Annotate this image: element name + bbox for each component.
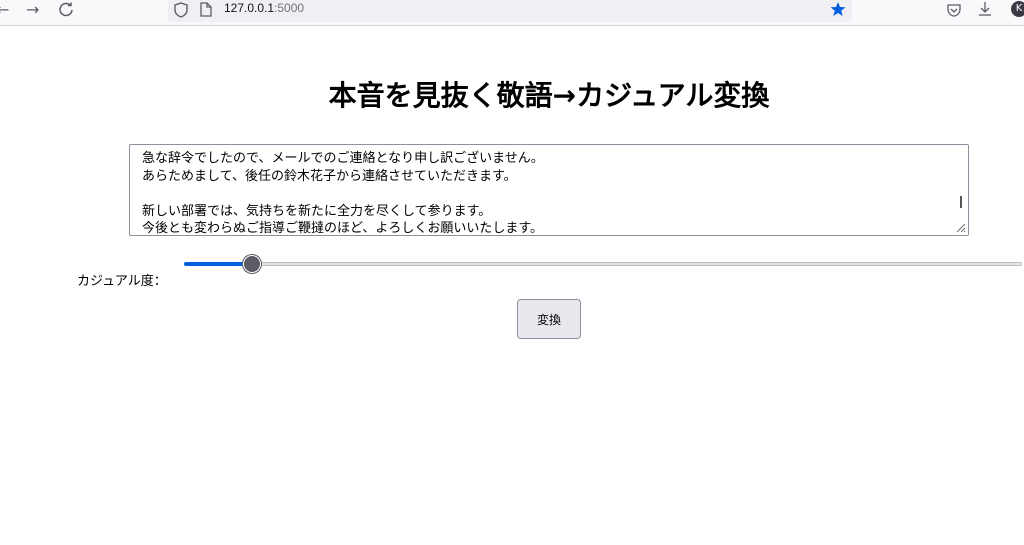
bookmark-star-icon[interactable] [830,1,846,21]
textarea-line: 新しい部署では、気持ちを新たに全力を尽くして参ります。 [142,203,492,219]
url-bar[interactable]: 127.0.0.1:5000 [168,0,852,22]
casual-level-label: カジュアル度： [77,274,167,289]
page-title: 本音を見抜く敬語→カジュアル変換 [328,79,770,112]
convert-button[interactable]: 変換 [517,299,581,339]
slider-fill [184,262,251,266]
textarea-line: 急な辞令でしたので、メールでのご連絡となり申し訳ございません。 [142,151,544,166]
keigo-input-textarea[interactable]: 急な辞令でしたので、メールでのご連絡となり申し訳ございません。 あらためまして、… [129,144,969,236]
textarea-line [142,185,956,203]
slider-thumb[interactable] [243,255,261,273]
browser-toolbar: ← → 127.0.0.1:5000 K [0,0,1024,26]
textarea-scrollbar[interactable] [960,196,962,208]
url-port: :5000 [274,1,305,15]
textarea-line: あらためまして、後任の鈴木花子から連絡させていただきます。 [142,168,517,184]
textarea-line: 今後とも変わらぬご指導ご鞭撻のほど、よろしくお願いいたします。 [142,221,544,236]
back-icon[interactable]: ← [0,0,9,20]
resize-grip-icon[interactable] [954,221,966,233]
slider-track[interactable] [184,262,1022,266]
forward-icon[interactable]: → [26,0,39,20]
download-icon[interactable] [978,1,992,21]
account-avatar[interactable]: K [1011,1,1024,17]
page-icon[interactable] [200,2,212,21]
shield-icon[interactable] [174,2,188,22]
url-text[interactable]: 127.0.0.1:5000 [224,0,304,16]
pocket-icon[interactable] [947,2,961,21]
casual-level-slider[interactable] [184,255,1022,273]
url-host: 127.0.0.1 [224,1,275,15]
